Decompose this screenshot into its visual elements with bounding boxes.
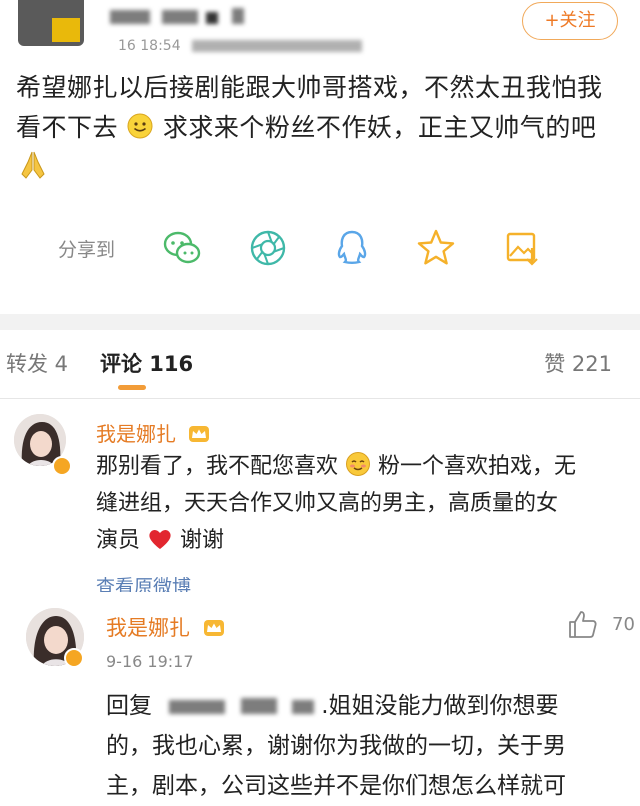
redacted-name [206, 12, 218, 24]
redacted-name [110, 10, 150, 24]
redacted-name [162, 10, 198, 24]
comment-line-3-end: 谢谢 [180, 528, 225, 553]
moments-share-icon[interactable] [246, 226, 290, 270]
post-body: 希望娜扎以后接剧能跟大帅哥搭戏，不然太丑我怕我 看不下去 求求来个粉丝不作妖，正… [16, 68, 626, 190]
redacted-username [291, 700, 314, 714]
reply-line-2: 的，我也心累，谢谢你为我做的一切，关于男 [106, 733, 566, 759]
verified-badge-icon [64, 648, 84, 668]
reply-line-3: 主，剧本，公司这些并不是你们想怎么样就可 [106, 773, 566, 799]
vip-crown-icon [203, 620, 224, 636]
comment-line-1-start: 那别看了，我不配您喜欢 [96, 454, 339, 479]
save-image-icon[interactable] [500, 226, 544, 270]
comment-line-3-start: 演员 [96, 528, 141, 553]
comment-line-2: 缝进组，天天合作又帅又高的男主，高质量的女 [96, 491, 559, 516]
vip-crown-icon [189, 426, 210, 442]
redacted-source [192, 40, 362, 52]
active-tab-indicator [118, 385, 146, 390]
redacted-username [240, 698, 277, 714]
tab-repost[interactable]: 转发 4 [6, 348, 68, 378]
post-line-2: 看不下去 求求来个粉丝不作妖，正主又帅气的吧 [16, 108, 626, 148]
verified-badge-icon [52, 456, 72, 476]
tabs-border [0, 398, 640, 399]
post-line-1: 希望娜扎以后接剧能跟大帅哥搭戏，不然太丑我怕我 [16, 73, 603, 102]
reply-body: 回复 .姐姐没能力做到你想要 的，我也心累，谢谢你为我做的一切，关于男 主，剧本… [106, 686, 626, 806]
share-label: 分享到 [58, 239, 116, 261]
follow-button[interactable]: +关注 [522, 2, 618, 40]
tab-likes[interactable]: 赞 221 [544, 348, 612, 378]
post-timestamp: 16 18:54 [118, 38, 181, 54]
like-count: 70 [612, 614, 635, 635]
post-line-2-start: 看不下去 [16, 113, 119, 142]
view-original-post-link[interactable]: 查看原微博 [96, 572, 191, 592]
wechat-share-icon[interactable] [160, 226, 204, 270]
poster-avatar[interactable] [18, 0, 84, 46]
qq-share-icon[interactable] [330, 226, 374, 270]
comment-line-1: 那别看了，我不配您喜欢 粉一个喜欢拍戏，无 [96, 448, 626, 485]
reply-line-1-text: .姐姐没能力做到你想要 [321, 693, 559, 719]
comment-body: 那别看了，我不配您喜欢 粉一个喜欢拍戏，无 缝进组，天天合作又帅又高的男主，高质… [96, 448, 626, 559]
shy-smile-emoji-icon [346, 452, 371, 476]
heart-emoji-icon [149, 530, 171, 549]
commenter-name[interactable]: 我是娜扎 [106, 616, 190, 640]
section-divider [0, 314, 640, 330]
reply-prefix: 回复 [106, 693, 152, 719]
reply-line-1: 回复 .姐姐没能力做到你想要 [106, 686, 626, 726]
commenter-name-row: 我是娜扎 [106, 612, 225, 642]
post-line-3 [16, 148, 626, 190]
comment-date: 9-16 19:17 [106, 652, 194, 671]
comment-line-3: 演员 谢谢 [96, 522, 626, 559]
commenter-name-row: 我是娜扎 [96, 418, 210, 447]
redacted-username [169, 700, 226, 714]
post-line-2-end: 求求来个粉丝不作妖，正主又帅气的吧 [162, 113, 597, 142]
smile-emoji-icon [127, 113, 153, 139]
tab-comments[interactable]: 评论 116 [100, 348, 193, 378]
pray-hands-emoji-icon [21, 151, 45, 179]
commenter-name[interactable]: 我是娜扎 [96, 422, 176, 446]
redacted-name [232, 8, 244, 24]
thumbs-up-icon[interactable] [566, 608, 598, 640]
favorite-star-icon[interactable] [414, 226, 458, 270]
comment-line-1-end: 粉一个喜欢拍戏，无 [378, 454, 577, 479]
